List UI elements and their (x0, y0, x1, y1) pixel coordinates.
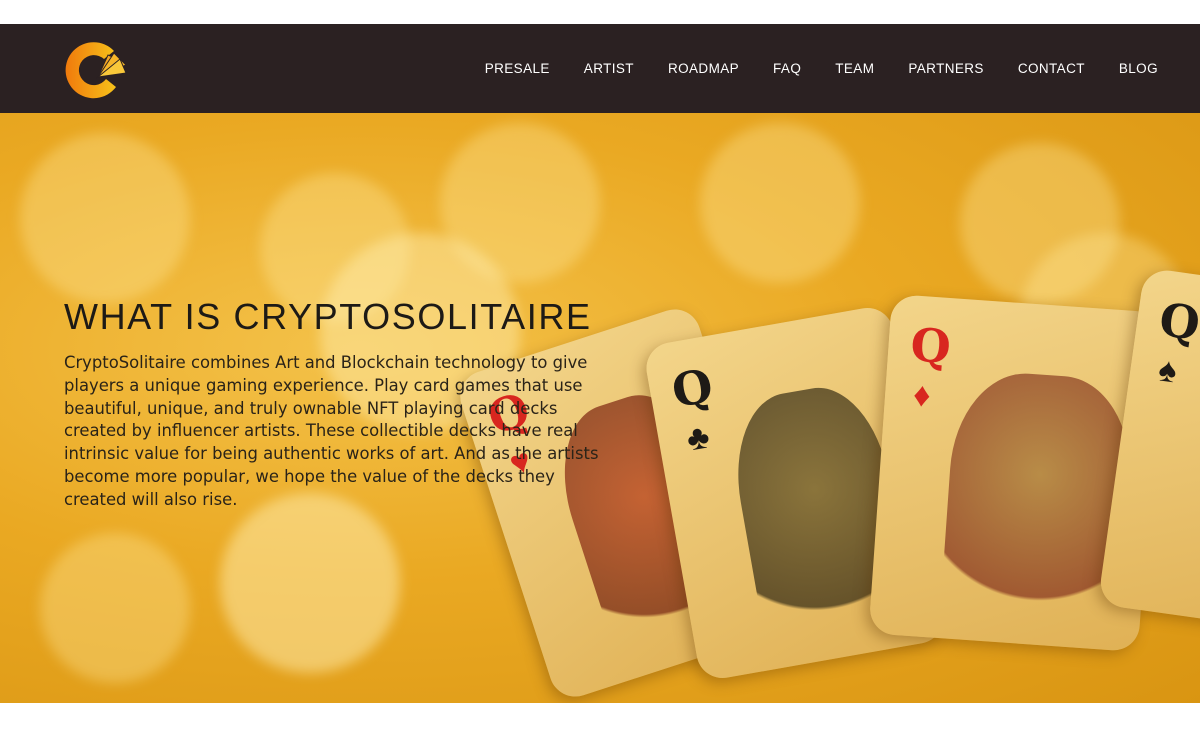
spade-icon: ♠ (1156, 350, 1180, 391)
bottom-spacer (0, 703, 1200, 748)
nav-artist[interactable]: ARTIST (584, 61, 634, 76)
nav-blog[interactable]: BLOG (1119, 61, 1158, 76)
hero-content: WHAT IS CRYPTOSOLITAIRE CryptoSolitaire … (64, 296, 609, 512)
card-rank: Q (908, 317, 953, 375)
nav-faq[interactable]: FAQ (773, 61, 801, 76)
nav-partners[interactable]: PARTNERS (908, 61, 983, 76)
hero-section: Q ♥ Q ♣ Q ♦ Q ♠ WHAT IS CRYPTOSOLITAIRE … (0, 113, 1200, 703)
nav-presale[interactable]: PRESALE (485, 61, 550, 76)
nav-team[interactable]: TEAM (835, 61, 874, 76)
hero-title: WHAT IS CRYPTOSOLITAIRE (64, 296, 592, 337)
site-header: PRESALE ARTIST ROADMAP FAQ TEAM PARTNERS… (0, 24, 1200, 113)
card-rank: Q (1156, 292, 1200, 352)
bokeh-light (220, 493, 400, 673)
nav-roadmap[interactable]: ROADMAP (668, 61, 739, 76)
bokeh-light (40, 533, 190, 683)
cryptosolitaire-logo-icon[interactable] (64, 37, 128, 101)
bokeh-light (20, 133, 190, 303)
top-spacer (0, 0, 1200, 24)
hero-description: CryptoSolitaire combines Art and Blockch… (64, 353, 599, 509)
diamond-icon: ♦ (911, 375, 932, 415)
club-icon: ♣ (683, 417, 713, 459)
nav-contact[interactable]: CONTACT (1018, 61, 1085, 76)
main-nav: PRESALE ARTIST ROADMAP FAQ TEAM PARTNERS… (485, 24, 1158, 113)
card-rank: Q (667, 358, 717, 419)
